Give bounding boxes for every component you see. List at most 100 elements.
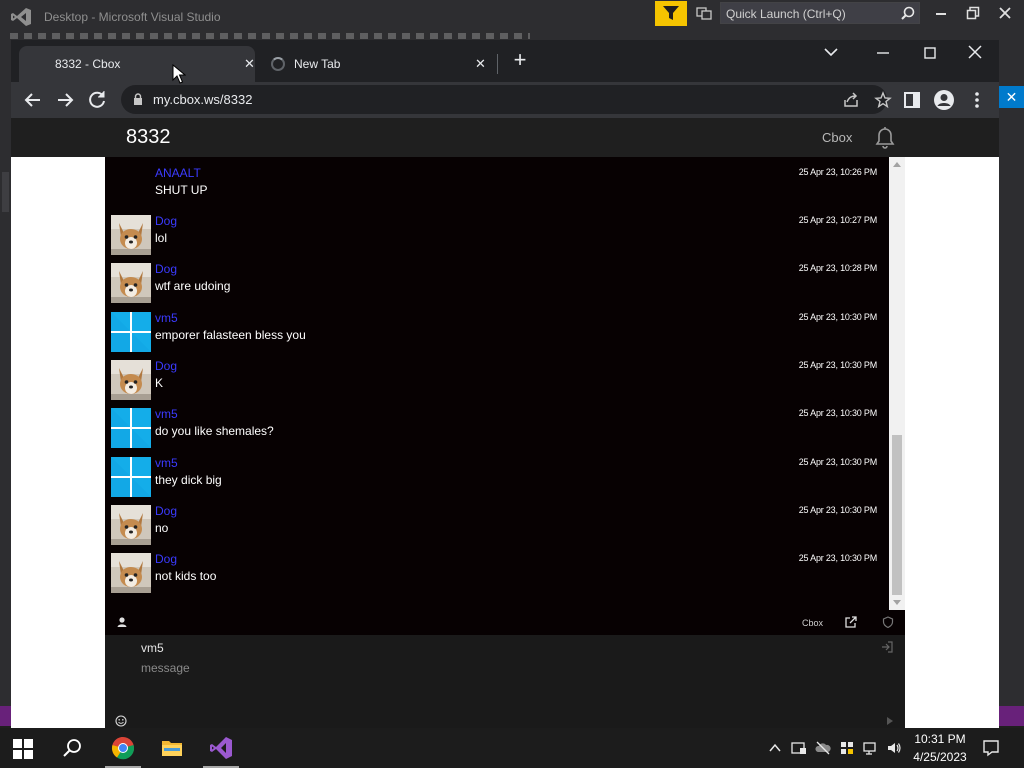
taskbar-clock-date[interactable]: 4/25/2023	[908, 750, 972, 764]
message-list[interactable]: ANAALT SHUT UP 25 Apr 23, 10:26 PM Dog lol 25…	[105, 157, 889, 610]
tab-close-icon[interactable]: ✕	[244, 56, 255, 72]
message-timestamp: 25 Apr 23, 10:30 PM	[798, 360, 877, 370]
message-text: SHUT UP	[155, 183, 208, 197]
cbox-brand-link[interactable]: Cbox	[822, 130, 852, 145]
dog-avatar-icon	[111, 215, 151, 255]
new-tab-button[interactable]: +	[509, 49, 531, 71]
tab-title: 8332 - Cbox	[55, 57, 121, 71]
emoji-smiley-icon[interactable]	[115, 715, 127, 727]
taskbar-visual-studio[interactable]	[197, 728, 245, 768]
message-author-link[interactable]: vm5	[155, 311, 178, 325]
settings-shield-icon[interactable]	[881, 615, 895, 629]
web-page: 8332 Cbox ANAALT SHUT UP 25 Apr 23, 10:26 …	[11, 118, 999, 729]
message-author-link[interactable]: Dog	[155, 552, 177, 566]
reload-icon[interactable]	[83, 86, 111, 114]
vs-titlebar: Desktop - Microsoft Visual Studio Quick …	[0, 0, 1024, 40]
chat-box: ANAALT SHUT UP 25 Apr 23, 10:26 PM Dog lol 25…	[105, 157, 905, 729]
cbox-header: 8332 Cbox	[11, 118, 999, 157]
message-author-link[interactable]: Dog	[155, 504, 177, 518]
taskbar-file-explorer[interactable]	[148, 728, 196, 768]
windows-avatar-icon	[111, 312, 151, 352]
chat-scrollbar[interactable]	[889, 157, 905, 610]
message-input[interactable]	[141, 661, 841, 675]
chat-message: vm5 they dick big 25 Apr 23, 10:30 PM	[105, 451, 889, 499]
dog-avatar-icon	[111, 553, 151, 593]
forward-arrow-icon[interactable]	[51, 86, 79, 114]
visual-studio-logo-icon	[11, 8, 31, 26]
bookmark-star-icon[interactable]	[874, 91, 892, 109]
lock-icon[interactable]	[133, 93, 143, 105]
tab-new-tab[interactable]: New Tab ✕	[259, 46, 495, 82]
vs-close-icon[interactable]	[998, 6, 1012, 20]
tab-search-chevron-icon[interactable]	[823, 46, 839, 58]
chrome-maximize-icon[interactable]	[923, 46, 937, 60]
windows-avatar-icon	[111, 457, 151, 497]
scroll-thumb[interactable]	[892, 435, 902, 595]
search-icon[interactable]	[62, 738, 82, 758]
dog-avatar-icon	[111, 360, 151, 400]
user-icon[interactable]	[115, 615, 129, 629]
vs-minimize-icon[interactable]	[934, 6, 948, 20]
show-hidden-icons-chevron-icon[interactable]	[767, 740, 783, 756]
cbox-bar-brand[interactable]: Cbox	[802, 618, 823, 628]
message-text: wtf are udoing	[155, 279, 231, 293]
windows-security-icon[interactable]	[839, 740, 855, 756]
onedrive-cloud-icon[interactable]	[815, 740, 831, 756]
chrome-close-icon[interactable]	[968, 45, 982, 59]
profile-icon[interactable]	[932, 88, 956, 112]
message-text: K	[155, 376, 164, 390]
bell-icon[interactable]	[873, 125, 897, 149]
message-author-link[interactable]: vm5	[155, 407, 178, 421]
chrome-minimize-icon[interactable]	[876, 46, 890, 60]
volume-icon[interactable]	[886, 740, 902, 756]
message-author-link[interactable]: Dog	[155, 214, 177, 228]
quick-launch-input[interactable]: Quick Launch (Ctrl+Q)	[720, 2, 920, 24]
windows-start-icon[interactable]	[13, 739, 33, 759]
chat-message: Dog not kids too 25 Apr 23, 10:30 PM	[105, 547, 889, 595]
send-arrow-icon[interactable]	[887, 717, 893, 725]
back-arrow-icon[interactable]	[19, 86, 47, 114]
message-timestamp: 25 Apr 23, 10:30 PM	[798, 457, 877, 467]
chat-message: Dog K 25 Apr 23, 10:30 PM	[105, 354, 889, 402]
message-text: lol	[155, 231, 168, 245]
vs-filter-button[interactable]	[655, 1, 687, 26]
taskbar-clock-time[interactable]: 10:31 PM	[910, 732, 970, 746]
tab-cbox[interactable]: 8332 - Cbox ✕	[19, 46, 255, 82]
tab-strip: 8332 - Cbox ✕ New Tab ✕ +	[11, 40, 999, 82]
message-timestamp: 25 Apr 23, 10:30 PM	[798, 505, 877, 515]
tab-title: New Tab	[294, 57, 341, 71]
message-author-link[interactable]: ANAALT	[155, 166, 201, 180]
message-timestamp: 25 Apr 23, 10:27 PM	[798, 215, 877, 225]
tray-app-icon[interactable]	[791, 740, 807, 756]
scroll-down-arrow-icon[interactable]	[893, 600, 901, 605]
message-author-link[interactable]: vm5	[155, 456, 178, 470]
message-author-link[interactable]: Dog	[155, 262, 177, 276]
vs-restore-icon[interactable]	[966, 6, 980, 20]
dog-avatar-icon	[111, 263, 151, 303]
network-icon[interactable]	[863, 740, 879, 756]
vs-window-title: Desktop - Microsoft Visual Studio	[44, 10, 221, 24]
login-icon[interactable]	[881, 641, 893, 653]
feedback-icon[interactable]	[696, 5, 712, 21]
taskbar: 10:31 PM 4/25/2023	[0, 728, 1024, 768]
visual-studio-icon	[210, 737, 232, 759]
search-icon	[901, 6, 915, 20]
menu-kebab-icon[interactable]	[965, 88, 989, 112]
tab-close-icon[interactable]: ✕	[475, 56, 486, 72]
popout-icon[interactable]	[844, 615, 858, 629]
side-panel-icon[interactable]	[900, 88, 924, 112]
message-author-link[interactable]: Dog	[155, 359, 177, 373]
message-timestamp: 25 Apr 23, 10:30 PM	[798, 553, 877, 563]
notification-center-icon[interactable]	[982, 739, 1000, 757]
chat-message: Dog no 25 Apr 23, 10:30 PM	[105, 499, 889, 547]
message-text: they dick big	[155, 473, 222, 487]
vs-left-panel-tab[interactable]	[2, 172, 9, 212]
taskbar-chrome-app[interactable]	[99, 728, 147, 768]
address-bar[interactable]: my.cbox.ws/8332	[121, 85, 892, 114]
vs-close-panel-icon[interactable]: ✕	[999, 86, 1024, 108]
username-field[interactable]: vm5	[141, 641, 164, 655]
chat-message: Dog lol 25 Apr 23, 10:27 PM	[105, 209, 889, 257]
chat-message: vm5 emporer falasteen bless you 25 Apr 23,…	[105, 306, 889, 354]
share-icon[interactable]	[842, 91, 860, 109]
scroll-up-arrow-icon[interactable]	[893, 162, 901, 167]
